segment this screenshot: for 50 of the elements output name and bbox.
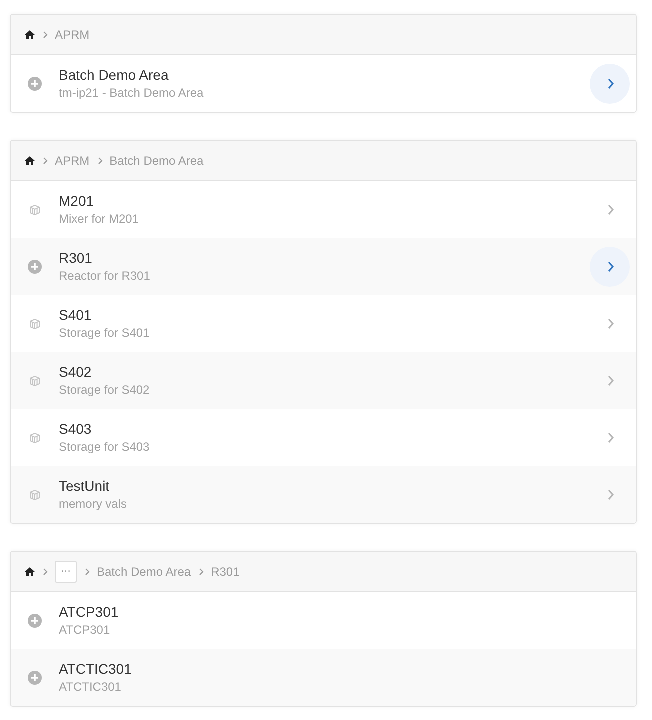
home-icon[interactable] bbox=[25, 30, 35, 40]
item-subtitle: Storage for S403 bbox=[59, 440, 151, 454]
item-subtitle: ATCTIC301 bbox=[59, 680, 122, 694]
ellipsis-button[interactable]: ··· bbox=[55, 560, 77, 582]
chevron-icon bbox=[606, 260, 614, 272]
list-row[interactable]: M201 Mixer for M201 bbox=[11, 181, 636, 238]
home-icon[interactable] bbox=[25, 156, 35, 166]
item-title: Batch Demo Area bbox=[59, 67, 170, 83]
list-row[interactable]: ATCTIC301 ATCTIC301 bbox=[11, 649, 636, 706]
chevron-icon bbox=[606, 204, 614, 216]
chevron-icon bbox=[606, 488, 614, 500]
open-button[interactable] bbox=[590, 64, 630, 104]
item-title: S402 bbox=[59, 364, 93, 380]
chevron-icon bbox=[606, 78, 614, 90]
chevron-icon bbox=[41, 30, 49, 40]
item-subtitle: Reactor for R301 bbox=[59, 269, 152, 283]
list-row[interactable]: ATCP301 ATCP301 bbox=[11, 592, 636, 649]
item-title: S403 bbox=[59, 421, 93, 437]
chevron-icon bbox=[41, 566, 49, 576]
chevron-icon bbox=[606, 318, 614, 330]
item-title: TestUnit bbox=[59, 478, 111, 494]
item-subtitle: Storage for S401 bbox=[59, 326, 151, 340]
list-row[interactable]: S402 Storage for S402 bbox=[11, 352, 636, 409]
item-subtitle: ATCP301 bbox=[59, 623, 112, 637]
item-title: R301 bbox=[59, 250, 94, 266]
plus-icon[interactable] bbox=[28, 614, 42, 628]
list-row[interactable]: S401 Storage for S401 bbox=[11, 295, 636, 352]
list-row[interactable]: S403 Storage for S403 bbox=[11, 409, 636, 466]
item-subtitle: Mixer for M201 bbox=[59, 212, 140, 226]
item-title: ATCP301 bbox=[59, 604, 120, 620]
plus-icon[interactable] bbox=[28, 260, 42, 274]
chevron-icon bbox=[41, 156, 49, 166]
item-title: M201 bbox=[59, 193, 96, 209]
plus-icon[interactable] bbox=[28, 76, 42, 90]
chevron-icon bbox=[606, 432, 614, 444]
item-subtitle: tm-ip21 - Batch Demo Area bbox=[59, 86, 205, 100]
item-title: ATCTIC301 bbox=[59, 661, 133, 677]
chevron-icon bbox=[197, 566, 206, 576]
plus-icon[interactable] bbox=[28, 670, 42, 684]
chevron-icon bbox=[83, 566, 91, 576]
list-row[interactable]: Batch Demo Area tm-ip21 - Batch Demo Area bbox=[11, 55, 636, 112]
chevron-icon bbox=[96, 156, 104, 166]
item-subtitle: memory vals bbox=[59, 497, 128, 511]
open-button[interactable] bbox=[590, 246, 630, 286]
item-title: S401 bbox=[59, 307, 93, 323]
home-icon[interactable] bbox=[25, 566, 35, 576]
chevron-icon bbox=[606, 374, 614, 386]
item-subtitle: Storage for S402 bbox=[59, 383, 151, 397]
list-row[interactable]: TestUnit memory vals bbox=[11, 466, 636, 523]
list-row[interactable]: R301 Reactor for R301 bbox=[11, 238, 636, 295]
